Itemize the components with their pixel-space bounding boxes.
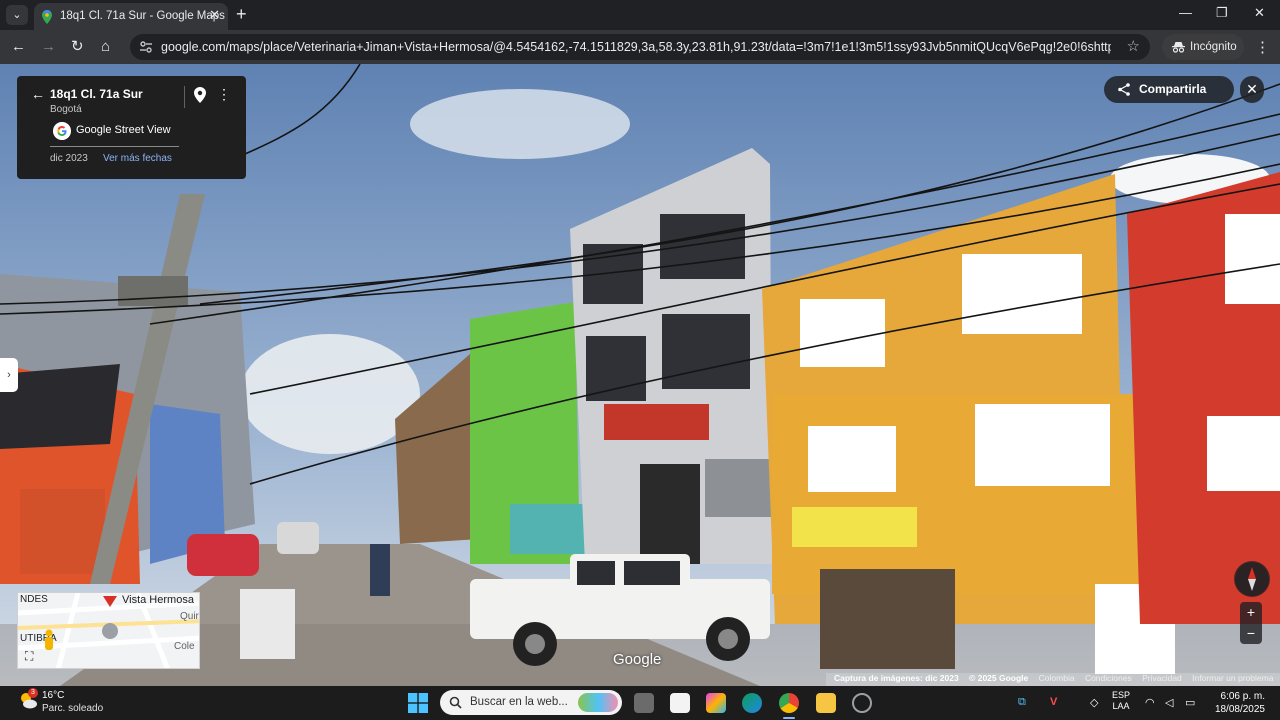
language-indicator[interactable]: ESP LAA [1112,690,1130,712]
privacy-link[interactable]: Privacidad [1142,673,1182,683]
share-button[interactable]: Compartirla [1104,76,1234,103]
google-logo-icon [53,122,71,140]
temperature: 16°C [42,690,65,701]
tray-app-icon[interactable]: ⧉ [1018,696,1026,709]
copyright: © 2025 Google [969,673,1029,683]
chevron-right-icon: › [7,369,11,381]
active-app-indicator [783,717,795,719]
close-window-button[interactable]: ✕ [1254,5,1265,21]
country-link[interactable]: Colombia [1039,673,1075,683]
address-bar[interactable]: google.com/maps/place/Veterinaria+Jiman+… [130,34,1150,60]
clock-time: 6:06 p. m. [1220,691,1265,702]
taskbar-search[interactable]: Buscar en la web... [440,690,622,715]
reload-icon[interactable]: ↻ [71,38,84,56]
browser-menu-icon[interactable]: ⋮ [1255,38,1270,56]
report-problem-link[interactable]: Informar un problema [1192,673,1273,683]
street-view-source: Google Street View [76,124,171,136]
maps-pin-icon [42,10,52,24]
fullscreen-icon[interactable]: ⛶ [25,649,39,663]
search-placeholder: Buscar en la web... [470,696,568,708]
system-clock[interactable]: 6:06 p. m. 18/08/2025 [1210,690,1265,716]
share-label: Compartirla [1139,82,1207,96]
minimap-label: Vista Hermosa [122,594,194,606]
capture-date: dic 2023 [50,153,88,164]
file-explorer-icon[interactable] [816,693,836,713]
home-icon[interactable]: ⌂ [101,38,110,56]
incognito-profile-button[interactable]: Incógnito [1162,34,1244,60]
keyboard-layout: LAA [1112,701,1130,711]
back-arrow-icon[interactable]: ← [11,38,26,56]
minimap-label: NDES [20,594,48,605]
maximize-button[interactable]: ❐ [1216,5,1228,21]
url-text: google.com/maps/place/Veterinaria+Jiman+… [161,40,1111,54]
chrome-icon[interactable] [779,693,799,713]
zoom-control: + − [1240,602,1262,644]
minimap-label: Cole [174,641,195,652]
weather-condition: Parc. soleado [42,703,104,714]
chevron-down-icon: ⌄ [12,9,22,21]
clock-date: 18/08/2025 [1214,704,1265,715]
location-city: Bogotá [50,104,82,115]
pegman-icon[interactable] [42,629,56,651]
microsoft-store-icon[interactable] [670,693,690,713]
tab-title: 18q1 Cl. 71a Sur - Google Maps [60,10,225,22]
close-tab-button[interactable]: ✕ [209,7,220,23]
copilot-icon[interactable] [706,693,726,713]
zoom-in-button[interactable]: + [1240,602,1262,622]
edge-icon[interactable] [742,693,762,713]
browser-toolbar: ← → ↻ ⌂ google.com/maps/place/Veterinari… [0,30,1280,64]
chatgpt-icon[interactable] [852,693,872,713]
zoom-out-button[interactable]: − [1240,623,1262,643]
imagery-date: Captura de imágenes: dic 2023 [834,673,959,683]
tray-app-icon[interactable]: ◇ [1090,696,1098,709]
weather-notification-badge: 3 [28,688,38,698]
maps-footer: Captura de imágenes: dic 2023 © 2025 Goo… [826,673,1280,686]
battery-icon[interactable]: ▭ [1185,696,1195,709]
compass-icon[interactable] [1234,561,1270,597]
card-separator [50,146,179,147]
volume-icon[interactable]: ◁ [1165,696,1173,709]
new-tab-button[interactable]: + [236,4,247,25]
wifi-icon[interactable]: ◠ [1145,696,1155,709]
minimap-label: Quir [180,611,199,622]
vpn-tray-icon[interactable]: V [1050,696,1057,708]
more-options-icon[interactable]: ⋮ [217,86,231,103]
language-code: ESP [1112,690,1131,700]
task-view-icon[interactable] [634,693,654,713]
incognito-icon [1172,42,1185,53]
street-view-panorama[interactable]: ← 18q1 Cl. 71a Sur Bogotá ⋮ Google Stree… [0,64,1280,686]
tab-search-button[interactable]: ⌄ [6,5,28,25]
close-street-view-button[interactable]: ✕ [1240,76,1264,103]
forward-arrow-icon[interactable]: → [41,38,56,56]
more-dates-link[interactable]: Ver más fechas [103,153,172,164]
tab-google-maps[interactable]: 18q1 Cl. 71a Sur - Google Maps ✕ [34,3,228,30]
terms-link[interactable]: Condiciones [1085,673,1132,683]
back-arrow-icon[interactable]: ← [31,86,45,102]
minimap[interactable]: NDES Vista Hermosa Quir UTIBRA Cole ⛶ [17,592,200,669]
search-highlight-image [578,693,618,712]
bookmark-star-icon[interactable]: ☆ [1127,37,1140,55]
card-divider [184,86,185,108]
search-icon [449,696,462,709]
profile-label: Incógnito [1190,41,1237,53]
location-title: 18q1 Cl. 71a Sur [50,87,143,101]
minimize-button[interactable]: — [1179,5,1192,20]
share-icon [1118,83,1130,96]
tab-strip: ⌄ 18q1 Cl. 71a Sur - Google Maps ✕ + — ❐… [0,0,1280,30]
windows-start-icon[interactable] [408,693,428,713]
google-watermark: Google [613,651,662,668]
windows-taskbar: 3 16°C Parc. soleado Buscar en la web...… [0,686,1280,720]
location-pin-icon[interactable] [193,87,207,103]
site-info-icon[interactable] [138,39,154,55]
location-info-card: ← 18q1 Cl. 71a Sur Bogotá ⋮ Google Stree… [17,76,246,179]
expand-panel-button[interactable]: › [0,358,18,392]
